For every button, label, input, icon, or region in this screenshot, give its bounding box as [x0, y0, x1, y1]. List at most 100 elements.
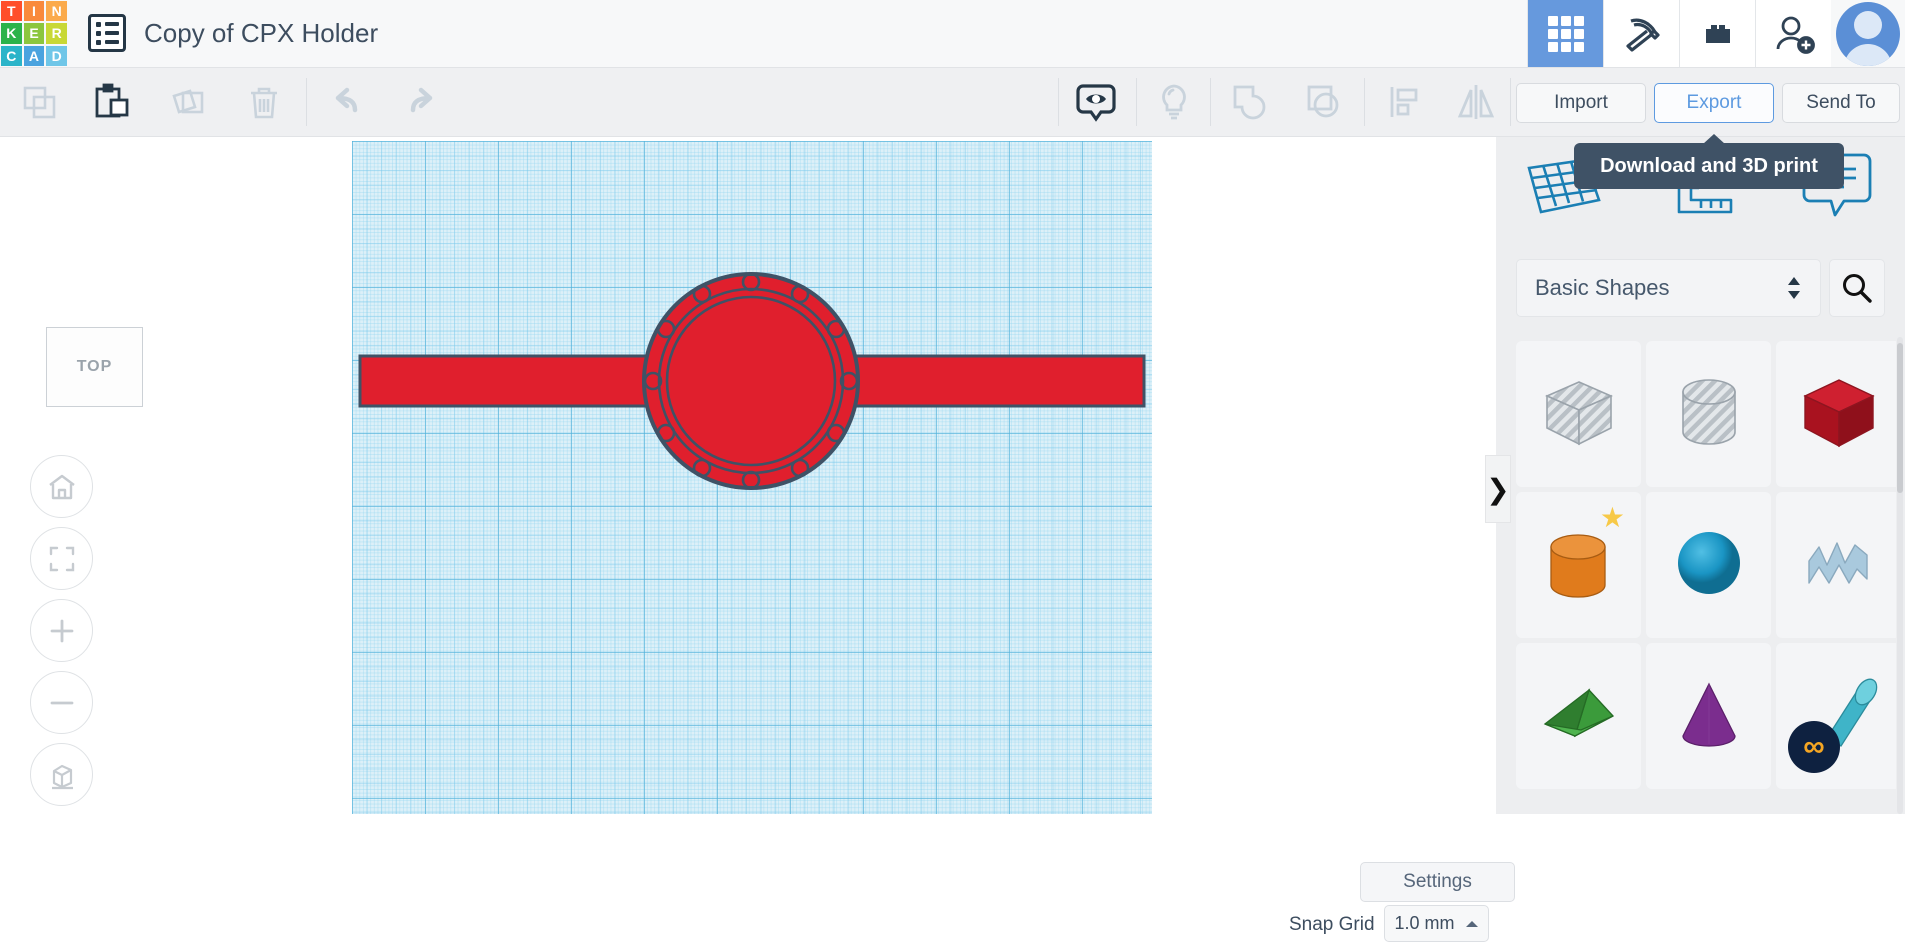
shape-sphere[interactable] [1646, 492, 1771, 638]
logo-tile-n: N [46, 1, 67, 22]
minecraft-button[interactable] [1603, 0, 1679, 67]
blocks-button[interactable] [1679, 0, 1755, 67]
apps-grid-icon [1547, 15, 1584, 52]
view-cube[interactable]: TOP [46, 327, 143, 407]
export-button[interactable]: Export [1654, 83, 1774, 123]
perspective-toggle-icon [51, 764, 73, 789]
tinkercad-logo[interactable]: TIN KER CAD [0, 0, 68, 67]
logo-tile-k: K [1, 23, 22, 44]
user-avatar-button[interactable] [1831, 0, 1905, 67]
shape-scribble[interactable] [1776, 492, 1896, 638]
logo-tile-e: E [23, 23, 45, 44]
logo-tile-c: C [1, 45, 22, 66]
shape-cone[interactable] [1646, 643, 1771, 789]
zoom-in-button[interactable] [30, 599, 93, 662]
logo-tile-r: R [46, 23, 67, 44]
chevron-up-icon [1465, 920, 1478, 927]
mirror-icon [1457, 85, 1495, 119]
shape-tube[interactable]: ∞ [1776, 643, 1896, 789]
featured-star-icon: ★ [1599, 502, 1625, 533]
invite-button[interactable] [1755, 0, 1831, 67]
show-hide-button[interactable] [1060, 68, 1132, 136]
zoom-out-button[interactable] [30, 671, 93, 734]
shape-scribble-thumbnail [1793, 517, 1885, 614]
design-list-icon[interactable] [88, 14, 126, 52]
editor-toolbar: Import Export Send To [0, 67, 1905, 137]
shape-cone-thumbnail [1663, 668, 1755, 765]
shape-cylinder[interactable]: ★ [1516, 492, 1641, 638]
lego-brick-icon [1705, 24, 1730, 43]
top-bar-actions [1527, 0, 1905, 67]
shape-box-hole[interactable] [1516, 341, 1641, 487]
paste-icon [95, 83, 129, 118]
partner-logo-badge-icon: ∞ [1788, 721, 1840, 773]
fit-to-view-icon [49, 546, 74, 571]
export-tooltip: Download and 3D print [1574, 134, 1844, 189]
import-button[interactable]: Import [1516, 83, 1646, 123]
shape-cylinder-hole[interactable] [1646, 341, 1771, 487]
view-cube-label: TOP [76, 358, 113, 375]
zoom-in-icon [50, 619, 73, 642]
lightbulb-icon [1162, 84, 1186, 120]
fit-to-view-button[interactable] [30, 527, 93, 590]
zoom-out-icon [50, 701, 73, 704]
delete-button[interactable] [228, 68, 300, 136]
page-title: Copy of CPX Holder [144, 18, 379, 48]
logo-tile-a: A [23, 45, 45, 66]
copy-button[interactable] [4, 68, 76, 136]
show-hide-eye-icon [1076, 84, 1116, 122]
logo-tile-d: D [46, 45, 67, 66]
logo-tile-t: T [1, 1, 22, 22]
home-view-icon [48, 474, 75, 499]
collapse-panel-handle[interactable]: ❯ [1485, 455, 1511, 523]
search-icon [1843, 274, 1872, 303]
hint-button[interactable] [1138, 68, 1210, 136]
undo-icon [335, 87, 358, 113]
redo-icon [410, 87, 433, 113]
chevron-updown-icon [1788, 277, 1800, 299]
add-person-icon [1776, 16, 1815, 54]
duplicate-button[interactable] [152, 68, 224, 136]
workplane-grid[interactable] [352, 141, 1152, 814]
shapes-header: Basic Shapes [1516, 259, 1885, 317]
panel-scrollbar-thumb[interactable] [1897, 343, 1903, 493]
snap-grid-value: 1.0 mm [1394, 913, 1455, 933]
ungroup-icon [1307, 85, 1339, 118]
group-button[interactable] [1214, 68, 1286, 136]
settings-button[interactable]: Settings [1360, 862, 1515, 902]
search-shapes-button[interactable] [1829, 259, 1885, 317]
align-icon [1390, 87, 1418, 117]
shape-pyramid-thumbnail [1533, 668, 1625, 765]
logo-tile-i: I [23, 1, 45, 22]
shape-box-thumbnail [1793, 366, 1885, 463]
perspective-toggle-button[interactable] [30, 743, 93, 806]
paste-button[interactable] [76, 68, 148, 136]
ungroup-button[interactable] [1288, 68, 1360, 136]
send-to-button[interactable]: Send To [1782, 83, 1900, 123]
duplicate-icon [172, 89, 204, 114]
mirror-button[interactable] [1440, 68, 1512, 136]
shape-cylinder-hole-thumbnail [1663, 366, 1755, 463]
shapes-panel: Basic Shapes ★ ∞ [1496, 137, 1905, 814]
shapes-grid: ★ ∞ [1516, 341, 1896, 814]
pickaxe-icon [1625, 18, 1660, 52]
shape-category-select[interactable]: Basic Shapes [1516, 259, 1821, 317]
align-button[interactable] [1368, 68, 1440, 136]
top-bar: TIN KER CAD Copy of CPX Holder [0, 0, 1905, 67]
home-view-button[interactable] [30, 455, 93, 518]
snap-grid-label: Snap Grid [1289, 914, 1375, 935]
delete-icon [251, 87, 277, 119]
shape-box[interactable] [1776, 341, 1896, 487]
shape-category-value: Basic Shapes [1535, 275, 1670, 300]
shape-box-hole-thumbnail [1533, 366, 1625, 463]
tinkercad-editor: TIN KER CAD Copy of CPX Holder Import Expo… [0, 0, 1905, 942]
redo-button[interactable] [384, 68, 456, 136]
shape-sphere-thumbnail [1663, 517, 1755, 614]
avatar [1836, 1, 1900, 66]
group-icon [1233, 85, 1266, 120]
apps-grid-button[interactable] [1527, 0, 1603, 67]
snap-grid-select[interactable]: 1.0 mm [1384, 905, 1489, 942]
shape-pyramid[interactable] [1516, 643, 1641, 789]
copy-icon [23, 86, 56, 119]
undo-button[interactable] [312, 68, 384, 136]
